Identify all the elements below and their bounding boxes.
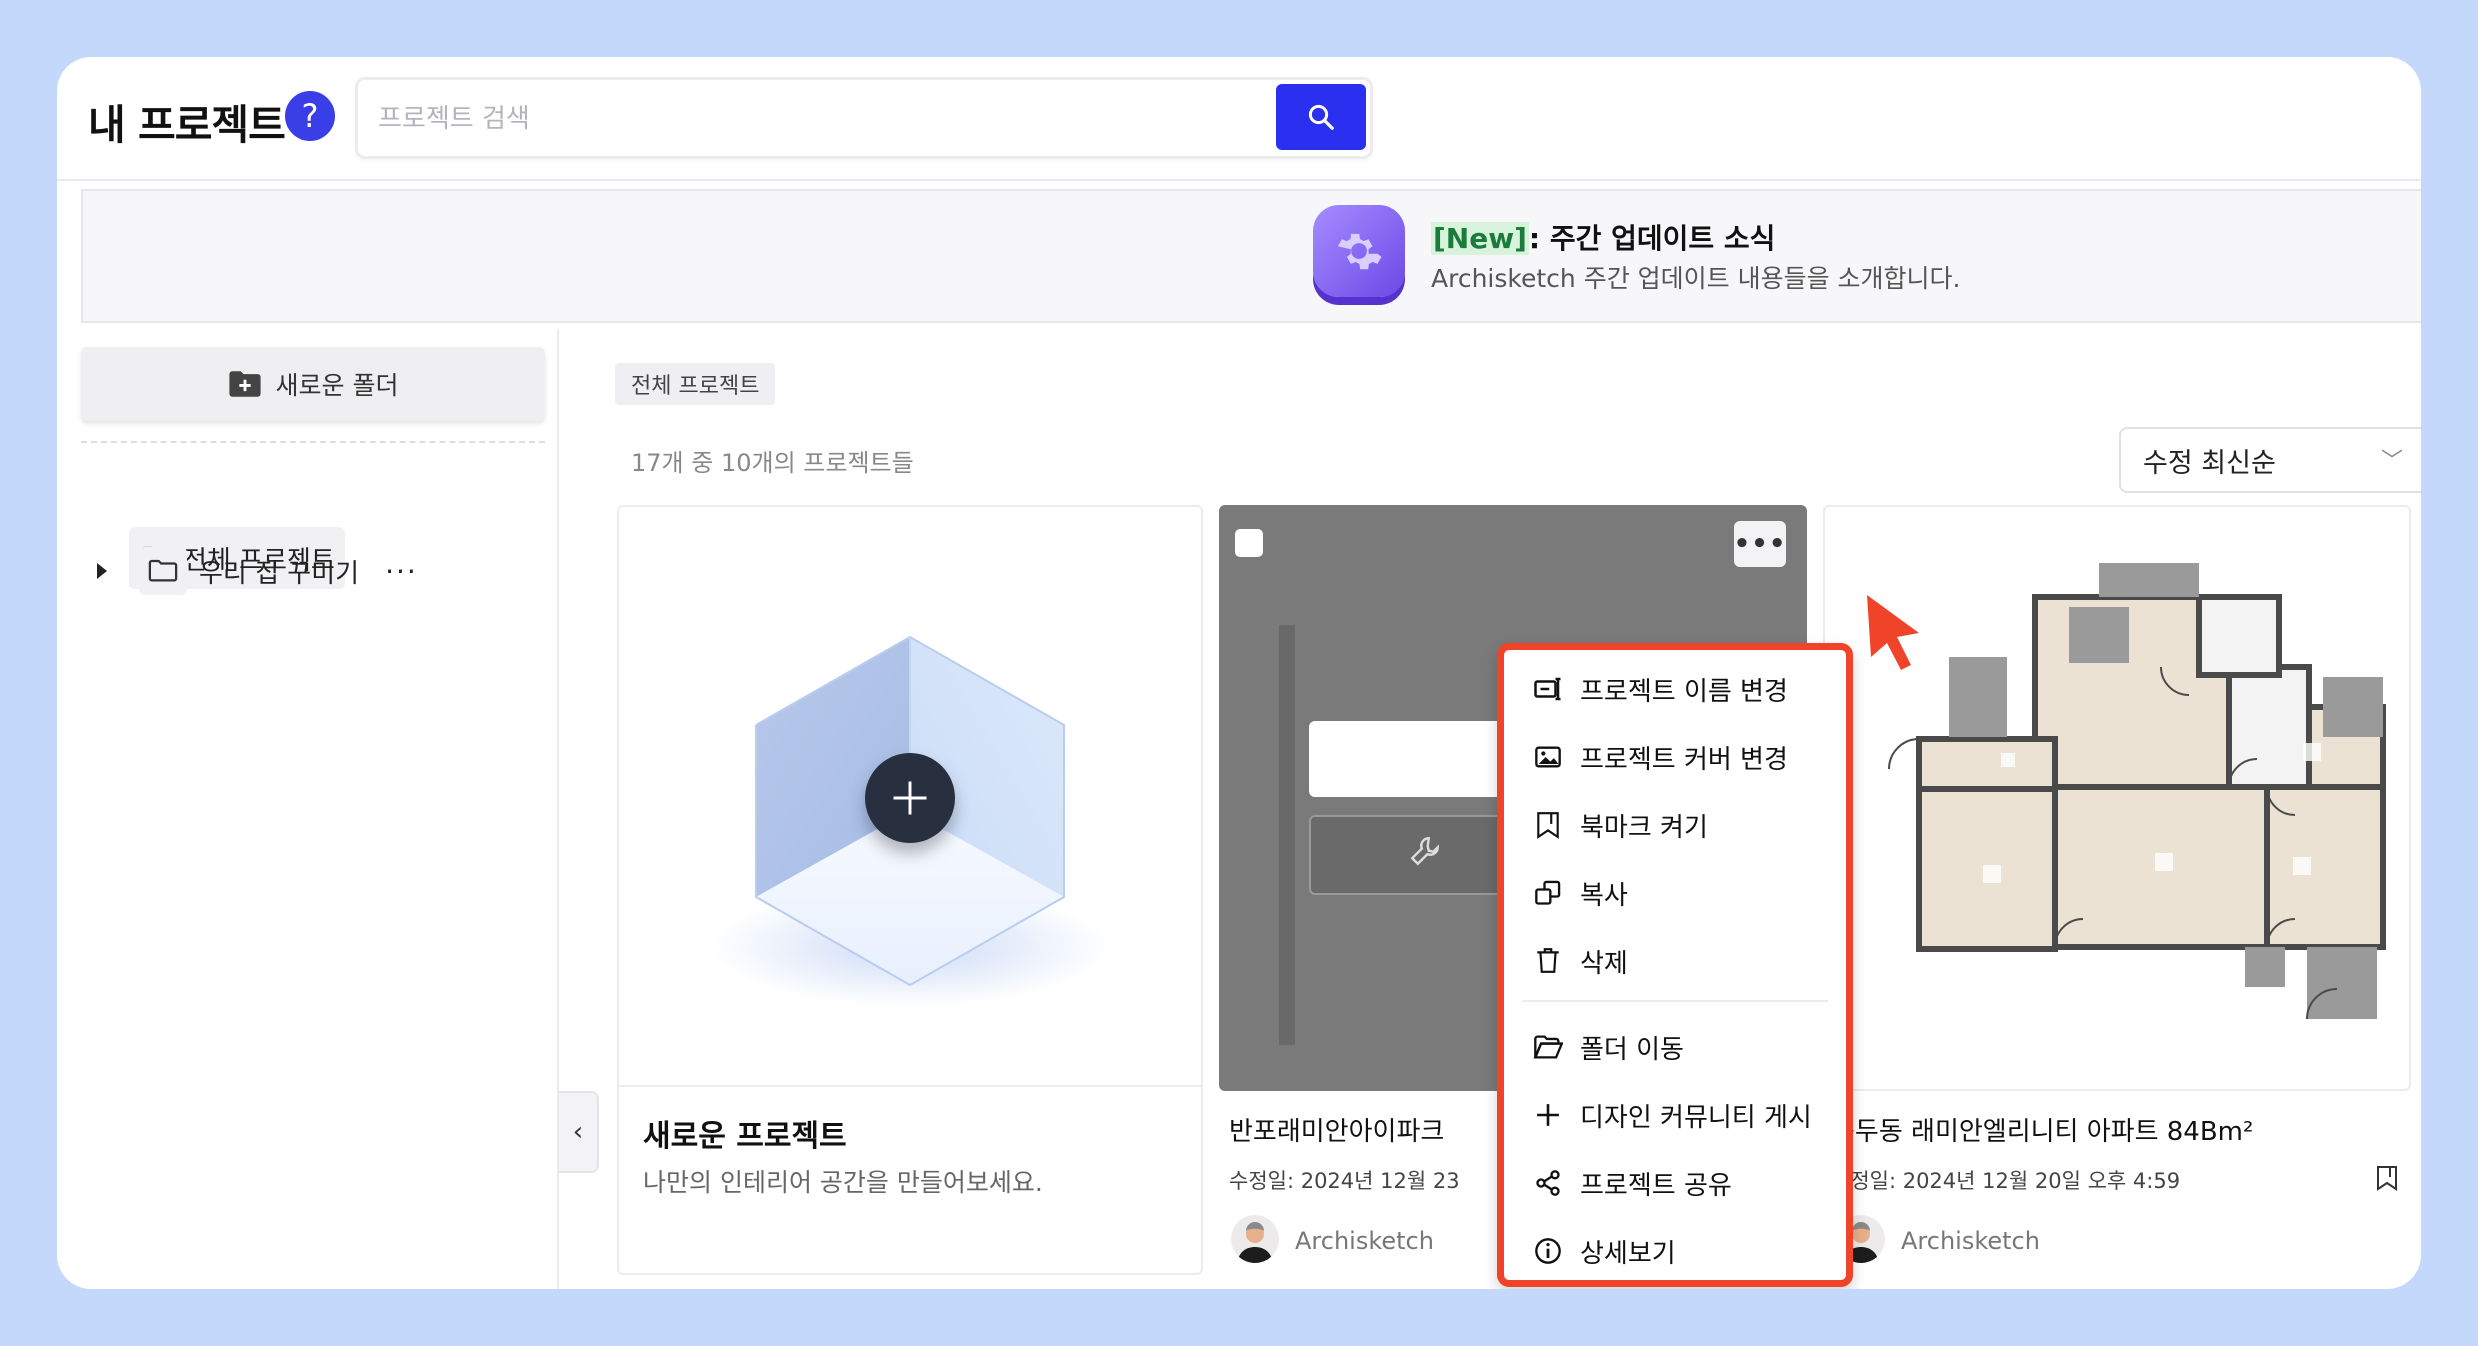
search-box — [355, 77, 1373, 159]
pointer-arrow-icon — [1867, 595, 1919, 670]
folder-plus-icon — [228, 371, 261, 397]
select-checkbox[interactable] — [1235, 529, 1263, 557]
trash-icon — [1532, 945, 1564, 977]
context-menu: 프로젝트 이름 변경 프로젝트 커버 변경 북마크 켜기 복사 삭제 폴더 이동… — [1497, 643, 1853, 1287]
share-icon — [1532, 1167, 1564, 1199]
sidebar-item-my-home[interactable]: 우리 집 꾸미기 ··· — [139, 540, 418, 602]
folder-icon — [139, 547, 187, 595]
plus-icon — [1532, 1099, 1564, 1131]
menu-item-bookmark[interactable]: 북마크 켜기 — [1532, 800, 1708, 850]
menu-item-label: 폴더 이동 — [1580, 1034, 1684, 1065]
bookmark-icon[interactable] — [2375, 1165, 2399, 1191]
menu-item-label: 복사 — [1580, 880, 1628, 911]
menu-item-label: 프로젝트 이름 변경 — [1580, 676, 1788, 707]
menu-item-rename[interactable]: 프로젝트 이름 변경 — [1532, 664, 1788, 714]
sidebar-item-label: 우리 집 꾸미기 — [199, 558, 360, 589]
menu-item-post-community[interactable]: 디자인 커뮤니티 게시 — [1532, 1090, 1812, 1140]
sort-select[interactable]: 수정 최신순 ﹀ — [2119, 427, 2421, 493]
help-icon[interactable]: ? — [285, 91, 335, 141]
new-folder-button[interactable]: 새로운 폴더 — [81, 347, 545, 421]
add-project-button[interactable] — [865, 753, 955, 843]
search-button[interactable] — [1276, 84, 1366, 150]
new-project-subtitle: 나만의 인테리어 공간을 만들어보세요. — [643, 1168, 1043, 1197]
project-modified-date: 수정일: 2024년 12월 23 — [1229, 1169, 1460, 1193]
menu-item-share[interactable]: 프로젝트 공유 — [1532, 1158, 1732, 1208]
expand-toggle-icon[interactable] — [97, 563, 107, 579]
menu-item-label: 삭제 — [1580, 948, 1628, 979]
avatar — [1231, 1215, 1279, 1263]
sidebar: 새로운 폴더 전체 프로젝트 우리 집 꾸미기 ··· — [57, 329, 559, 1289]
collapse-sidebar-button[interactable]: ‹ — [559, 1091, 599, 1173]
new-project-title: 새로운 프로젝트 — [643, 1119, 847, 1154]
plus-icon — [893, 781, 927, 815]
menu-item-delete[interactable]: 삭제 — [1532, 936, 1628, 986]
header: 내 프로젝트 ? — [57, 57, 2421, 181]
menu-item-details[interactable]: 상세보기 — [1532, 1226, 1676, 1276]
menu-item-copy[interactable]: 복사 — [1532, 868, 1628, 918]
wrench-icon — [1410, 837, 1439, 866]
menu-item-label: 프로젝트 커버 변경 — [1580, 744, 1788, 775]
new-folder-label: 새로운 폴더 — [275, 371, 399, 400]
rename-icon — [1532, 673, 1564, 705]
bookmark-icon — [1532, 809, 1564, 841]
update-banner[interactable]: [New]: 주간 업데이트 소식 Archisketch 주간 업데이트 내용… — [81, 189, 2421, 323]
author-name: Archisketch — [1901, 1227, 2040, 1255]
banner-title: [New]: 주간 업데이트 소식 — [1431, 217, 1775, 257]
menu-divider — [1522, 1000, 1828, 1002]
app-window: 내 프로젝트 ? [New]: 주간 업데이트 소식 Archisketch 주… — [57, 57, 2421, 1289]
folder-open-icon — [1532, 1031, 1564, 1063]
menu-item-move-folder[interactable]: 폴더 이동 — [1532, 1022, 1684, 1072]
gear-icon — [1313, 205, 1405, 297]
author-name: Archisketch — [1295, 1227, 1434, 1255]
search-input[interactable] — [376, 80, 1260, 158]
project-modified-date: 수정일: 2024년 12월 20일 오후 4:59 — [1831, 1169, 2181, 1193]
info-icon — [1532, 1235, 1564, 1267]
search-icon — [1308, 104, 1334, 130]
banner-description: Archisketch 주간 업데이트 내용들을 소개합니다. — [1431, 264, 1961, 293]
breadcrumb[interactable]: 전체 프로젝트 — [615, 363, 776, 405]
menu-item-change-cover[interactable]: 프로젝트 커버 변경 — [1532, 732, 1788, 782]
image-icon — [1532, 741, 1564, 773]
more-horizontal-icon[interactable]: ··· — [385, 555, 418, 588]
sort-selected-value: 수정 최신순 — [2143, 447, 2276, 479]
menu-item-label: 디자인 커뮤니티 게시 — [1580, 1102, 1812, 1133]
new-tag: [New] — [1431, 222, 1529, 255]
new-project-card[interactable]: 새로운 프로젝트 나만의 인테리어 공간을 만들어보세요. — [617, 505, 1203, 1275]
project-title: 반포래미안아이파크 — [1229, 1117, 1445, 1147]
project-count: 17개 중 10개의 프로젝트들 — [631, 449, 914, 477]
menu-item-label: 상세보기 — [1580, 1238, 1676, 1269]
banner-title-text: : 주간 업데이트 소식 — [1528, 222, 1776, 255]
project-title: 용두동 래미안엘리니티 아파트 84Bm² — [1831, 1117, 2254, 1147]
page-title: 내 프로젝트 — [88, 101, 286, 149]
menu-item-label: 북마크 켜기 — [1580, 812, 1708, 843]
more-options-button[interactable]: ••• — [1734, 521, 1786, 567]
new-project-cover — [619, 507, 1201, 1087]
chevron-down-icon: ﹀ — [2380, 449, 2403, 474]
sidebar-divider — [81, 441, 545, 443]
menu-item-label: 프로젝트 공유 — [1580, 1170, 1732, 1201]
copy-icon — [1532, 877, 1564, 909]
